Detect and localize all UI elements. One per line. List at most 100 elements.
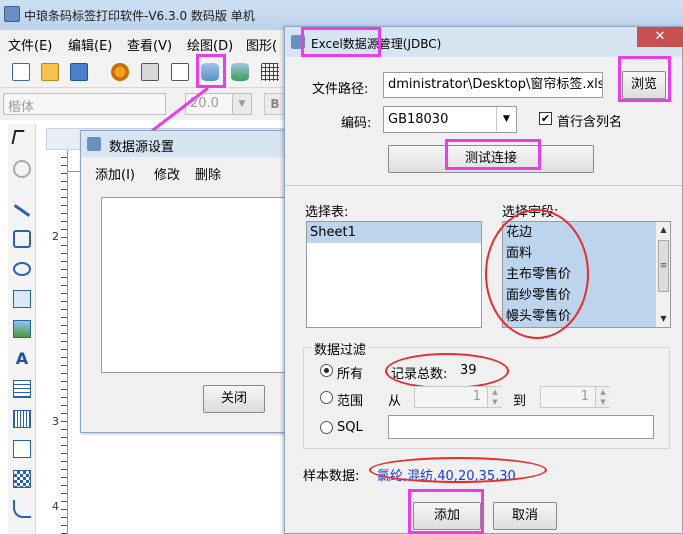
table-item-sheet1[interactable]: Sheet1 <box>307 222 481 243</box>
menubar: 文件(E) 编辑(E) 查看(V) 绘图(D) 图形( <box>0 30 290 56</box>
record-count-label: 记录总数: <box>391 367 448 382</box>
picture-icon[interactable] <box>13 320 31 338</box>
font-toolbar: 楷体 20.0 ▼ B <box>0 88 290 120</box>
range-from-input[interactable]: 1 ▲ ▼ <box>414 386 502 408</box>
spin-down-icon[interactable]: ▼ <box>488 397 502 407</box>
ruler-mark-4: 4 <box>52 500 59 513</box>
filter-sql-radio[interactable] <box>320 421 333 434</box>
scroll-up-icon[interactable]: ▲ <box>656 222 670 238</box>
field-item[interactable]: 面纱零售价 <box>503 285 670 306</box>
ds-menu-add[interactable]: 添加(I) <box>95 164 135 183</box>
print-preview-icon[interactable] <box>171 63 189 81</box>
field-item[interactable]: 主布零售价 <box>503 264 670 285</box>
field-item[interactable]: 花边 <box>503 222 670 243</box>
test-connection-button[interactable]: 测试连接 <box>388 145 594 173</box>
image-frame-icon[interactable] <box>13 290 31 308</box>
select-fields-label: 选择字段: <box>502 205 559 220</box>
close-button[interactable]: 关闭 <box>203 385 265 413</box>
rectangle-icon[interactable] <box>13 230 31 248</box>
spin-up-icon[interactable]: ▲ <box>596 387 610 397</box>
save-icon[interactable] <box>70 63 88 81</box>
range-to-value: 1 <box>580 389 589 404</box>
table-list[interactable]: Sheet1 <box>306 221 482 328</box>
menu-draw[interactable]: 绘图(D) <box>187 35 233 54</box>
menu-file[interactable]: 文件(E) <box>8 35 52 54</box>
spin-down-icon[interactable]: ▼ <box>596 397 610 407</box>
encoding-label: 编码: <box>341 116 372 131</box>
ruler-mark-2: 2 <box>52 230 59 243</box>
ellipse-icon[interactable] <box>13 262 31 276</box>
menu-view[interactable]: 查看(V) <box>127 35 172 54</box>
scroll-down-icon[interactable]: ▼ <box>656 311 670 327</box>
menu-shape[interactable]: 图形( <box>246 35 277 54</box>
data-source-dialog: 数据源设置 添加(I) 修改 删除 关闭 <box>80 130 292 433</box>
data-source-titlebar[interactable]: 数据源设置 <box>81 131 291 157</box>
separator <box>285 185 682 186</box>
field-list[interactable]: 花边 面料 主布零售价 面纱零售价 幔头零售价 ▲ ≡ ▼ <box>502 221 671 328</box>
browse-button[interactable]: 浏览 <box>622 71 666 99</box>
drawing-tools: A <box>8 124 36 534</box>
barcode-icon[interactable] <box>13 410 31 428</box>
grip-icon: ≡ <box>659 261 668 271</box>
filter-range-radio[interactable] <box>320 391 333 404</box>
sample-data-label: 样本数据: <box>303 469 360 484</box>
add-button[interactable]: 添加 <box>413 502 481 530</box>
field-list-scrollbar[interactable]: ▲ ≡ ▼ <box>655 222 670 327</box>
database-icon[interactable] <box>201 63 219 81</box>
field-item[interactable]: 幔头零售价 <box>503 306 670 327</box>
settings-icon[interactable] <box>111 63 129 81</box>
sql-input[interactable] <box>388 415 654 439</box>
excel-jdbc-dialog: Excel数据源管理(JDBC) ✕ 文件路径: dministrator\De… <box>284 26 683 534</box>
curve-icon[interactable] <box>13 500 31 518</box>
font-size-dropdown-icon[interactable]: ▼ <box>232 93 252 115</box>
encoding-value: GB18030 <box>388 112 449 127</box>
shape-icon[interactable] <box>13 440 31 458</box>
font-name-field[interactable]: 楷体 <box>3 93 166 115</box>
excel-dialog-titlebar[interactable]: Excel数据源管理(JDBC) ✕ <box>285 27 683 57</box>
filter-all-label: 所有 <box>337 367 364 382</box>
dialog-logo-icon <box>291 35 305 49</box>
database-link-icon[interactable] <box>231 63 249 81</box>
bold-button[interactable]: B <box>264 93 286 115</box>
print-icon[interactable] <box>141 63 159 81</box>
text-icon[interactable]: A <box>13 350 31 368</box>
scroll-thumb[interactable]: ≡ <box>658 240 669 292</box>
spin-up-icon[interactable]: ▲ <box>488 387 502 397</box>
new-icon[interactable] <box>12 63 30 81</box>
grid-icon[interactable] <box>261 63 279 81</box>
main-toolbar <box>0 56 290 88</box>
line-icon[interactable] <box>13 204 31 217</box>
app-logo-icon <box>4 6 20 22</box>
first-row-label: 首行含列名 <box>557 115 623 130</box>
ds-menu-modify[interactable]: 修改 <box>154 164 180 183</box>
filter-all-radio[interactable] <box>320 364 333 377</box>
range-from-spinner[interactable]: ▲ ▼ <box>487 387 502 407</box>
font-size-field[interactable]: 20.0 <box>185 93 233 115</box>
close-icon[interactable]: ✕ <box>637 27 683 47</box>
data-source-title: 数据源设置 <box>109 140 175 155</box>
open-icon[interactable] <box>41 63 59 81</box>
field-item[interactable]: 面料 <box>503 243 670 264</box>
menu-edit[interactable]: 编辑(E) <box>68 35 112 54</box>
range-to-input[interactable]: 1 ▲ ▼ <box>540 386 610 408</box>
qrcode-icon[interactable] <box>13 470 31 488</box>
range-to-spinner[interactable]: ▲ ▼ <box>595 387 610 407</box>
encoding-select[interactable]: GB18030 ▼ <box>383 106 517 133</box>
rich-text-icon[interactable] <box>13 380 31 398</box>
first-row-checkbox[interactable]: ✔ <box>539 112 552 125</box>
pointer-icon[interactable] <box>11 130 25 144</box>
ds-menu-delete[interactable]: 删除 <box>195 164 221 183</box>
data-source-list[interactable] <box>101 197 291 373</box>
rotate-icon[interactable] <box>13 160 31 178</box>
range-from-value: 1 <box>472 389 481 404</box>
chevron-down-icon[interactable]: ▼ <box>496 107 516 132</box>
sample-data-value: 氯纶,混纺,40,20,35,30 <box>377 469 516 484</box>
cancel-button[interactable]: 取消 <box>493 502 557 530</box>
record-count-value: 39 <box>460 363 477 378</box>
filter-sql-label: SQL <box>337 420 363 435</box>
data-filter-label: 数据过滤 <box>312 339 369 358</box>
ruler-mark-3: 3 <box>52 415 59 428</box>
dialog-logo-icon <box>87 137 101 151</box>
file-path-input[interactable]: dministrator\Desktop\窗帘标签.xlsx <box>383 72 603 98</box>
filter-range-label: 范围 <box>337 394 364 409</box>
